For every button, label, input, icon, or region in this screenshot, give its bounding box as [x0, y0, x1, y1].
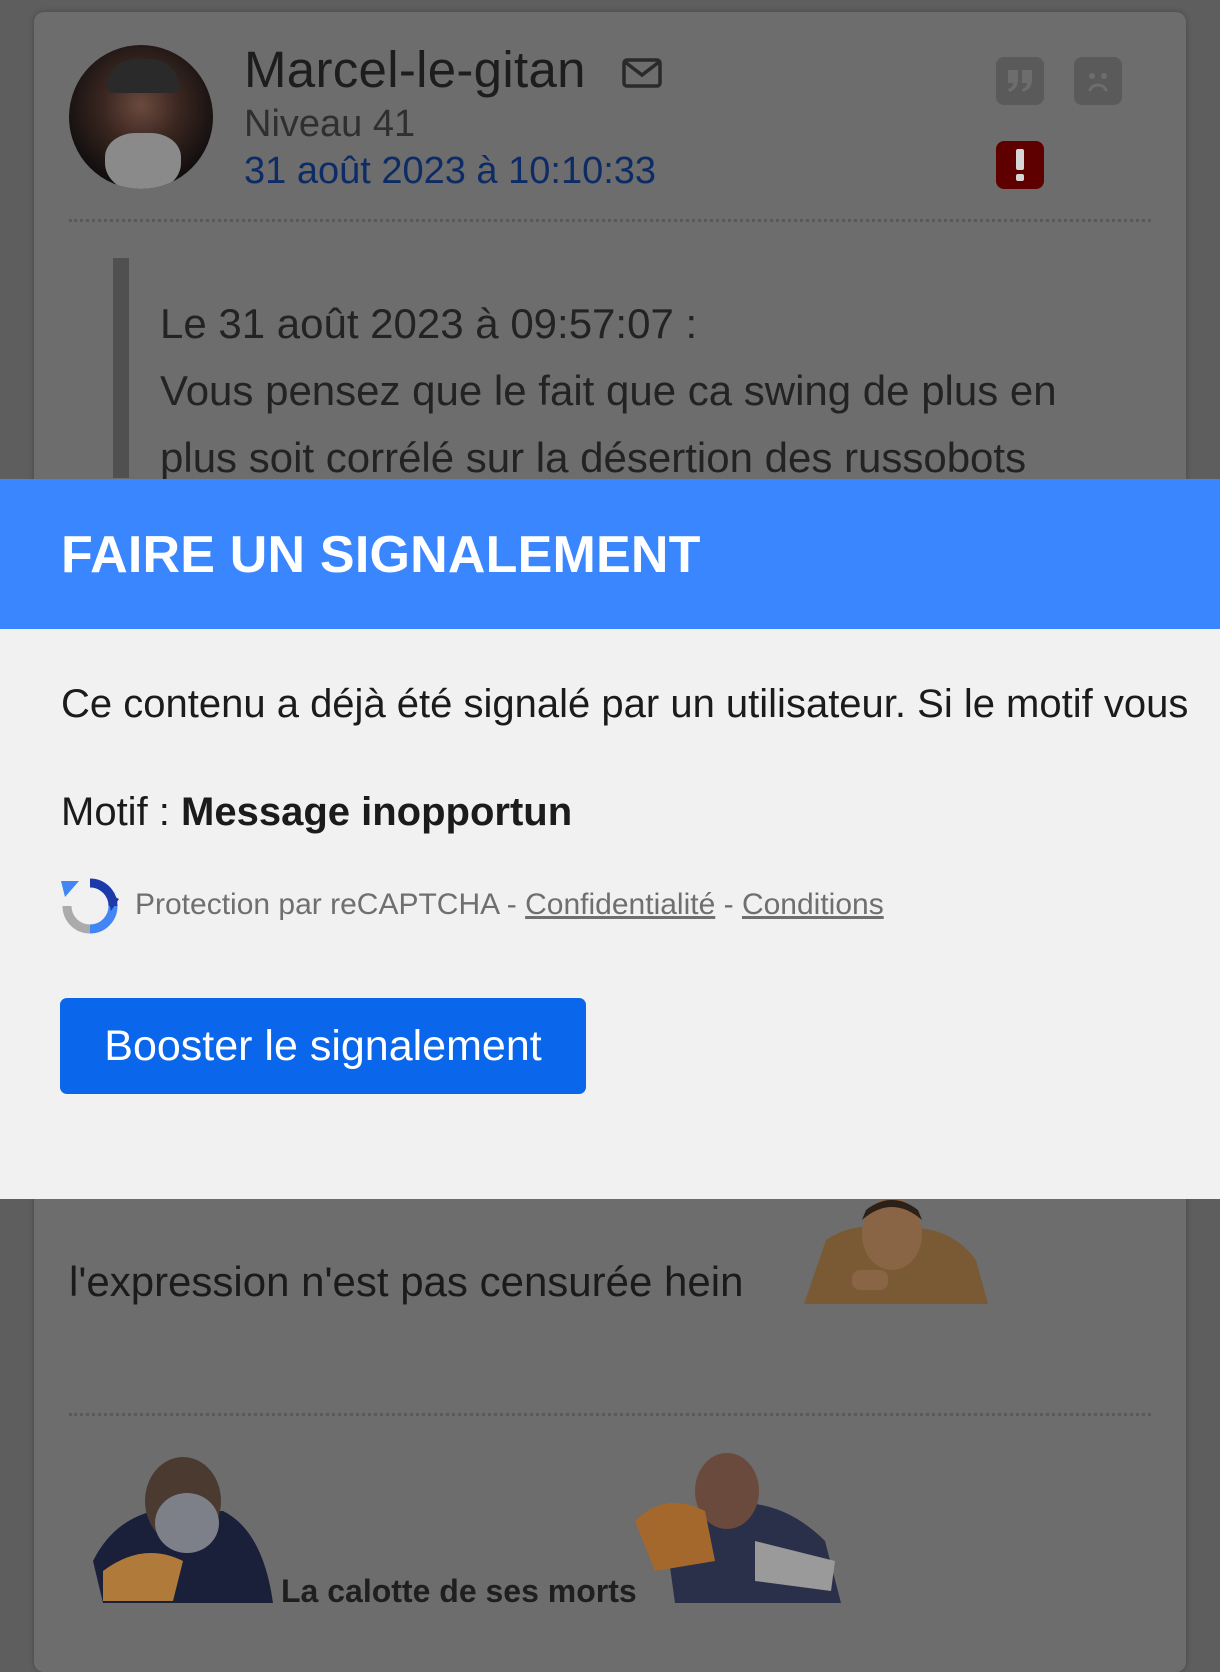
modal-title: FAIRE UN SIGNALEMENT [61, 526, 701, 584]
avatar-beard [105, 133, 181, 189]
already-reported-text: Ce contenu a déjà été signalé par un uti… [61, 682, 1189, 726]
recaptcha-prefix: Protection par reCAPTCHA - [135, 888, 526, 921]
report-icon [1016, 149, 1024, 181]
quote-icon [1008, 70, 1032, 92]
report-button[interactable] [996, 141, 1044, 189]
modal-body: Ce contenu a déjà été signalé par un uti… [0, 629, 1220, 1199]
quote-bar [113, 258, 129, 478]
terms-link[interactable]: Conditions [742, 888, 884, 921]
quoted-message: Le 31 août 2023 à 09:57:07 : Vous pensez… [160, 290, 1140, 491]
signature-sticker-right [635, 1451, 841, 1603]
header-divider [69, 219, 1151, 222]
quote-body: Vous pensez que le fait que ca swing de … [160, 367, 1057, 481]
sad-face-button[interactable] [1074, 57, 1122, 105]
sticker-image [796, 1200, 988, 1304]
privacy-link[interactable]: Confidentialité [525, 888, 715, 921]
avatar[interactable] [69, 45, 213, 189]
reason-value: Message inopportun [181, 790, 573, 834]
recaptcha-icon [61, 878, 119, 934]
post-body-text: l'expression n'est pas censurée hein [69, 1258, 744, 1305]
avatar-beanie [107, 59, 179, 93]
quote-button[interactable] [996, 57, 1044, 105]
recaptcha-notice: Protection par reCAPTCHA - Confidentiali… [135, 888, 884, 922]
signature-divider [69, 1413, 1151, 1416]
quote-header: Le 31 août 2023 à 09:57:07 : [160, 300, 698, 347]
recaptcha-separator: - [715, 888, 742, 921]
post-username[interactable]: Marcel-le-gitan [244, 40, 586, 99]
boost-report-button[interactable]: Booster le signalement [60, 998, 586, 1094]
post-level: Niveau 41 [244, 103, 416, 145]
reason-label: Motif : [61, 790, 182, 834]
mail-icon[interactable] [622, 58, 662, 88]
report-modal: FAIRE UN SIGNALEMENT Ce contenu a déjà é… [0, 479, 1220, 1199]
signature-text: La calotte de ses morts [281, 1573, 637, 1609]
sad-face-icon [1088, 73, 1108, 92]
signature-sticker-left [83, 1451, 273, 1603]
post-date-link[interactable]: 31 août 2023 à 10:10:33 [244, 150, 656, 193]
modal-header: FAIRE UN SIGNALEMENT [0, 479, 1220, 629]
report-reason: Motif : Message inopportun [61, 790, 572, 835]
